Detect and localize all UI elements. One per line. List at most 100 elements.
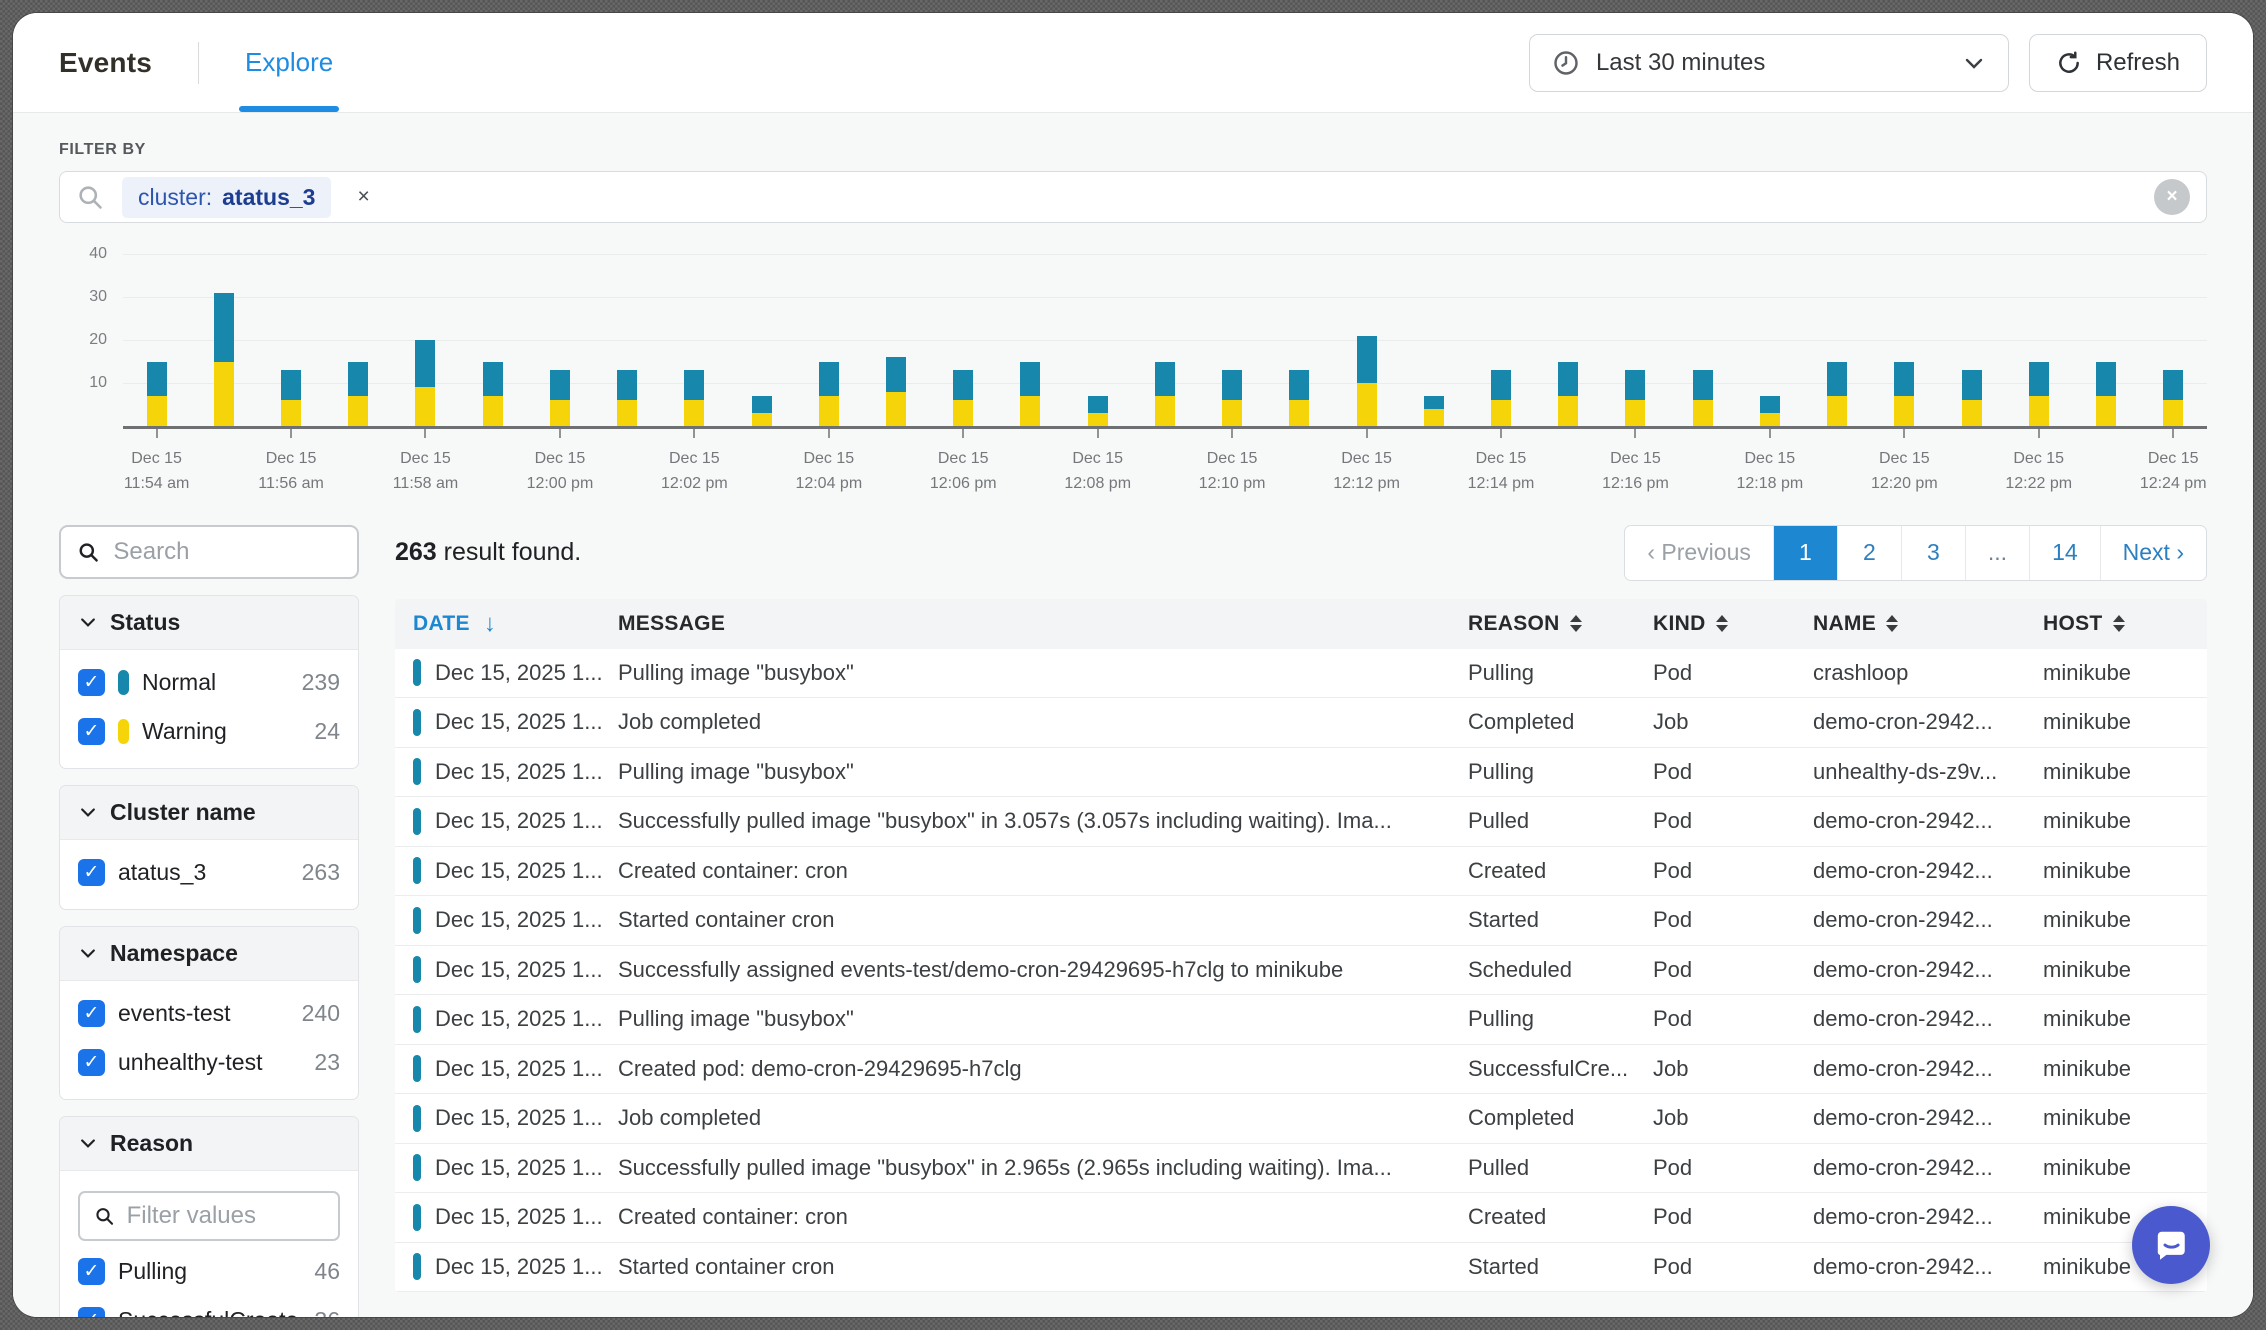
pagination-page-3[interactable]: 3 bbox=[1902, 526, 1966, 580]
bar-slot[interactable] bbox=[1602, 257, 1669, 426]
table-row[interactable]: Dec 15, 2025 1...Created container: cron… bbox=[395, 847, 2207, 897]
bar-slot[interactable] bbox=[661, 257, 728, 426]
facet-item-successfulcreate[interactable]: ✓SuccessfulCreate36 bbox=[78, 1296, 340, 1317]
bar-slot[interactable] bbox=[459, 257, 526, 426]
bar-slot[interactable] bbox=[392, 257, 459, 426]
refresh-button[interactable]: Refresh bbox=[2029, 34, 2207, 92]
cell-message: Successfully pulled image "busybox" in 2… bbox=[618, 1155, 1468, 1181]
checkbox-checked[interactable]: ✓ bbox=[78, 1049, 105, 1076]
cell-message: Pulling image "busybox" bbox=[618, 1006, 1468, 1032]
filter-input[interactable]: cluster: atatus_3 × × bbox=[59, 171, 2207, 223]
column-header-reason[interactable]: REASON bbox=[1468, 612, 1653, 636]
bar-slot[interactable] bbox=[526, 257, 593, 426]
bar-slot[interactable] bbox=[862, 257, 929, 426]
facet-section-header[interactable]: Namespace bbox=[60, 927, 358, 981]
table-row[interactable]: Dec 15, 2025 1...Job completedCompletedJ… bbox=[395, 698, 2207, 748]
bar-slot[interactable] bbox=[1199, 257, 1266, 426]
pagination-ellipsis[interactable]: ... bbox=[1966, 526, 2030, 580]
bar-slot[interactable] bbox=[795, 257, 862, 426]
bar-slot[interactable] bbox=[1131, 257, 1198, 426]
bar-slot[interactable] bbox=[997, 257, 1064, 426]
bar-slot[interactable] bbox=[1535, 257, 1602, 426]
x-axis-label: Dec 1512:12 pm bbox=[1333, 447, 1400, 497]
checkbox-checked[interactable]: ✓ bbox=[78, 718, 105, 745]
facet-item-events-test[interactable]: ✓events-test240 bbox=[78, 989, 340, 1038]
bar-slot[interactable] bbox=[190, 257, 257, 426]
filter-chip-cluster[interactable]: cluster: atatus_3 bbox=[122, 177, 331, 218]
bar-slot[interactable] bbox=[2005, 257, 2072, 426]
bar-slot[interactable] bbox=[257, 257, 324, 426]
checkbox-checked[interactable]: ✓ bbox=[78, 1307, 105, 1317]
column-header-kind[interactable]: KIND bbox=[1653, 612, 1813, 636]
table-row[interactable]: Dec 15, 2025 1...Job completedCompletedJ… bbox=[395, 1094, 2207, 1144]
sidebar-search-input[interactable] bbox=[113, 538, 341, 566]
filter-clear-all-icon[interactable]: × bbox=[2154, 179, 2190, 215]
facet-item-warning[interactable]: ✓Warning24 bbox=[78, 707, 340, 756]
pagination-next[interactable]: Next › bbox=[2101, 526, 2206, 580]
facet-item-count: 36 bbox=[314, 1307, 340, 1317]
table-row[interactable]: Dec 15, 2025 1...Started container cronS… bbox=[395, 1243, 2207, 1293]
bar-slot[interactable] bbox=[594, 257, 661, 426]
table-row[interactable]: Dec 15, 2025 1...Created pod: demo-cron-… bbox=[395, 1045, 2207, 1095]
bar-slot[interactable] bbox=[1333, 257, 1400, 426]
cell-kind: Pod bbox=[1653, 759, 1813, 785]
facet-item-atatus_3[interactable]: ✓atatus_3263 bbox=[78, 848, 340, 897]
table-row[interactable]: Dec 15, 2025 1...Started container cronS… bbox=[395, 896, 2207, 946]
pagination-page-2[interactable]: 2 bbox=[1838, 526, 1902, 580]
time-range-dropdown[interactable]: Last 30 minutes bbox=[1529, 34, 2009, 92]
column-header-message[interactable]: MESSAGE bbox=[618, 612, 1468, 636]
bar-segment-normal bbox=[281, 370, 301, 400]
facet-section-header[interactable]: Cluster name bbox=[60, 786, 358, 840]
facet-section-header[interactable]: Status bbox=[60, 596, 358, 650]
checkbox-checked[interactable]: ✓ bbox=[78, 1258, 105, 1285]
bar-slot[interactable] bbox=[1467, 257, 1534, 426]
table-row[interactable]: Dec 15, 2025 1...Pulling image "busybox"… bbox=[395, 995, 2207, 1045]
bar-slot[interactable] bbox=[1064, 257, 1131, 426]
table-row[interactable]: Dec 15, 2025 1...Successfully pulled ima… bbox=[395, 1144, 2207, 1194]
column-header-name[interactable]: NAME bbox=[1813, 612, 2043, 636]
bar-slot[interactable] bbox=[728, 257, 795, 426]
facet-item-pulling[interactable]: ✓Pulling46 bbox=[78, 1247, 340, 1296]
table-row[interactable]: Dec 15, 2025 1...Pulling image "busybox"… bbox=[395, 649, 2207, 699]
bar-slot[interactable] bbox=[1871, 257, 1938, 426]
event-status-pill bbox=[413, 956, 421, 983]
bar-slot[interactable] bbox=[1803, 257, 1870, 426]
facet-section-header[interactable]: Reason bbox=[60, 1117, 358, 1171]
checkbox-checked[interactable]: ✓ bbox=[78, 859, 105, 886]
bar-slot[interactable] bbox=[1266, 257, 1333, 426]
bar-segment-normal bbox=[2029, 362, 2049, 396]
bar-slot[interactable] bbox=[1736, 257, 1803, 426]
table-row[interactable]: Dec 15, 2025 1...Created container: cron… bbox=[395, 1193, 2207, 1243]
facet-filter-values-input[interactable] bbox=[127, 1202, 324, 1230]
tab-explore[interactable]: Explore bbox=[245, 13, 333, 112]
x-axis-label: Dec 1512:20 pm bbox=[1871, 447, 1938, 497]
bar-slot[interactable] bbox=[1669, 257, 1736, 426]
table-row[interactable]: Dec 15, 2025 1...Successfully pulled ima… bbox=[395, 797, 2207, 847]
column-header-date[interactable]: DATE↓ bbox=[413, 610, 618, 638]
facet-item-label: unhealthy-test bbox=[118, 1049, 262, 1076]
checkbox-checked[interactable]: ✓ bbox=[78, 669, 105, 696]
bar-slot[interactable] bbox=[123, 257, 190, 426]
facet-item-normal[interactable]: ✓Normal239 bbox=[78, 658, 340, 707]
bar-slot[interactable] bbox=[2072, 257, 2139, 426]
bar-slot[interactable] bbox=[930, 257, 997, 426]
stacked-bar bbox=[1020, 362, 1040, 426]
pagination-page-14[interactable]: 14 bbox=[2030, 526, 2101, 580]
bar-segment-normal bbox=[1558, 362, 1578, 396]
filter-by-label: FILTER BY bbox=[59, 141, 2207, 159]
sidebar-search[interactable] bbox=[59, 525, 359, 579]
column-header-host[interactable]: HOST bbox=[2043, 612, 2189, 636]
bar-slot[interactable] bbox=[325, 257, 392, 426]
filter-chip-remove-icon[interactable]: × bbox=[349, 181, 377, 213]
pagination-page-1[interactable]: 1 bbox=[1774, 526, 1838, 580]
chat-widget-button[interactable] bbox=[2132, 1206, 2210, 1284]
facet-item-unhealthy-test[interactable]: ✓unhealthy-test23 bbox=[78, 1038, 340, 1087]
bar-slot[interactable] bbox=[1938, 257, 2005, 426]
table-row[interactable]: Dec 15, 2025 1...Successfully assigned e… bbox=[395, 946, 2207, 996]
bar-slot[interactable] bbox=[2140, 257, 2207, 426]
pagination-prev[interactable]: ‹ Previous bbox=[1625, 526, 1774, 580]
table-row[interactable]: Dec 15, 2025 1...Pulling image "busybox"… bbox=[395, 748, 2207, 798]
facet-filter-input[interactable] bbox=[78, 1191, 340, 1241]
bar-slot[interactable] bbox=[1400, 257, 1467, 426]
checkbox-checked[interactable]: ✓ bbox=[78, 1000, 105, 1027]
